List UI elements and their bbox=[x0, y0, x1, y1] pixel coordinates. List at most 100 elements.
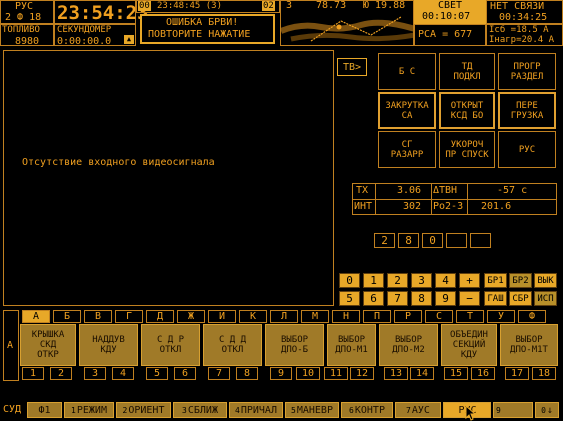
key-8[interactable]: 8 bbox=[411, 291, 432, 306]
cmd-sg-button[interactable]: СГ РАЗАРР bbox=[378, 131, 436, 168]
letter-tab[interactable]: В bbox=[84, 310, 112, 323]
letter-tab[interactable]: Л bbox=[270, 310, 298, 323]
letter-tab[interactable]: Г bbox=[115, 310, 143, 323]
letter-tab[interactable]: С bbox=[425, 310, 453, 323]
stopwatch-label: СЕКУНДОМЕР bbox=[57, 25, 112, 35]
key-plus[interactable]: + bbox=[459, 273, 480, 288]
letter-tab[interactable]: М bbox=[301, 310, 329, 323]
menu-aus[interactable]: 7 АУС bbox=[395, 402, 441, 418]
key-1[interactable]: 1 bbox=[363, 273, 384, 288]
mouse-cursor-icon bbox=[465, 405, 477, 421]
fkey-dpo-m2[interactable]: ВЫБОР ДПО-М2 bbox=[379, 324, 438, 366]
letter-tab[interactable]: Т bbox=[456, 310, 484, 323]
fkey-num[interactable]: 7 bbox=[208, 367, 230, 380]
cmd-td-button[interactable]: ТД ПОДКЛ bbox=[439, 53, 495, 90]
entry-digit bbox=[470, 233, 491, 248]
cmd-peregruzka-button[interactable]: ПЕРЕ ГРУЗКА bbox=[498, 92, 556, 129]
letter-tab[interactable]: Д bbox=[146, 310, 174, 323]
key-2[interactable]: 2 bbox=[387, 273, 408, 288]
fkey-num[interactable]: 3 bbox=[84, 367, 106, 380]
error-line2: ПОВТОРИТЕ НАЖАТИЕ bbox=[148, 29, 251, 40]
fkey-num[interactable]: 4 bbox=[112, 367, 134, 380]
letter-tab[interactable]: У bbox=[487, 310, 515, 323]
letter-tab[interactable]: П bbox=[363, 310, 391, 323]
fkey-num[interactable]: 17 bbox=[505, 367, 529, 380]
cmd-otkryt-label: ОТКРЫТ КСД БО bbox=[450, 100, 484, 121]
fkey-num[interactable]: 5 bbox=[146, 367, 168, 380]
menu-sblizh[interactable]: 3 СБЛИЖ bbox=[173, 402, 227, 418]
fkey-dpo-b[interactable]: ВЫБОР ДПО-Б bbox=[265, 324, 324, 366]
fkey-num[interactable]: 6 bbox=[174, 367, 196, 380]
key-isp[interactable]: ИСП bbox=[534, 291, 557, 306]
fkey-num[interactable]: 2 bbox=[50, 367, 72, 380]
error-message: ОШИБКА БРВИ! ПОВТОРИТЕ НАЖАТИЕ bbox=[140, 14, 275, 44]
fuel-value: 8980 bbox=[15, 36, 40, 47]
key-minus[interactable]: − bbox=[459, 291, 480, 306]
fkey-num[interactable]: 11 bbox=[324, 367, 348, 380]
menu-9[interactable]: 9 bbox=[493, 402, 533, 418]
tv-button[interactable]: ТВ> bbox=[337, 58, 367, 76]
fkey-obedin[interactable]: ОБЪЕДИН СЕКЦИЙ КДУ bbox=[441, 324, 497, 366]
key-7[interactable]: 7 bbox=[387, 291, 408, 306]
letter-tab[interactable]: Ф bbox=[518, 310, 546, 323]
menu-kontr[interactable]: 6 КОНТР bbox=[341, 402, 393, 418]
fkey-kryshka[interactable]: КРЫШКА СКД ОТКР bbox=[20, 324, 76, 366]
key-br2[interactable]: БР2 bbox=[509, 273, 532, 288]
video-panel: Отсутствие входного видеосигнала bbox=[3, 50, 334, 306]
fkey-sdr[interactable]: С Д Р ОТКЛ bbox=[141, 324, 200, 366]
stopwatch-toggle-button[interactable]: ▲ bbox=[124, 35, 134, 44]
cmd-ukoroch-button[interactable]: УКОРОЧ ПР СПУСК bbox=[439, 131, 495, 168]
isb-value: Iсб =18.5 А bbox=[489, 25, 549, 35]
fkey-num[interactable]: 1 bbox=[22, 367, 44, 380]
menu-orient[interactable]: 2 ОРИЕНТ bbox=[116, 402, 171, 418]
light-label: СВЕТ bbox=[438, 0, 463, 11]
fkey-dpo-m1t[interactable]: ВЫБОР ДПО-М1Т bbox=[500, 324, 558, 366]
menu-rezhim[interactable]: 1 РЕЖИМ bbox=[64, 402, 114, 418]
time-rec-row: 00 23:48:45 (3) 02 bbox=[136, 0, 280, 13]
key-0[interactable]: 0 bbox=[339, 273, 360, 288]
fkey-num[interactable]: 10 bbox=[296, 367, 320, 380]
fkey-num[interactable]: 18 bbox=[532, 367, 556, 380]
stopwatch-block: СЕКУНДОМЕР 0:00:00.0 ▲ bbox=[54, 24, 136, 47]
cmd-progr-button[interactable]: ПРОГР РАЗДЕЛ bbox=[498, 53, 556, 90]
letter-tab[interactable]: А bbox=[22, 310, 50, 323]
fkey-num[interactable]: 14 bbox=[410, 367, 434, 380]
fkey-num[interactable]: 9 bbox=[270, 367, 292, 380]
key-4[interactable]: 4 bbox=[435, 273, 456, 288]
key-sbr[interactable]: СБР bbox=[509, 291, 532, 306]
key-6[interactable]: 6 bbox=[363, 291, 384, 306]
current-block: Iсб =18.5 А Iнагр=20.4 А bbox=[486, 24, 563, 46]
key-9[interactable]: 9 bbox=[435, 291, 456, 306]
cmd-otkryt-button[interactable]: ОТКРЫТ КСД БО bbox=[439, 92, 495, 129]
menu-f1[interactable]: Ф1 bbox=[27, 402, 62, 418]
inagr-value: Iнагр=20.4 А bbox=[489, 35, 555, 45]
header: РУС 2 Ф 18 23:54:23 ТОПЛИВО 8980 СЕКУНДО… bbox=[0, 0, 563, 48]
menu-scroll-down[interactable]: 0 ↓ bbox=[535, 402, 559, 418]
letter-tab[interactable]: И bbox=[208, 310, 236, 323]
menu-manevr[interactable]: 5 МАНЕВР bbox=[285, 402, 339, 418]
fkey-sdd[interactable]: С Д Д ОТКЛ bbox=[203, 324, 262, 366]
key-5[interactable]: 5 bbox=[339, 291, 360, 306]
letter-tab[interactable]: Б bbox=[53, 310, 81, 323]
error-line1: ОШИБКА БРВИ! bbox=[166, 17, 239, 28]
key-br1[interactable]: БР1 bbox=[484, 273, 507, 288]
cmd-bs-button[interactable]: Б С bbox=[378, 53, 436, 90]
letter-tab[interactable]: Р bbox=[394, 310, 422, 323]
fkey-num[interactable]: 15 bbox=[444, 367, 468, 380]
fkey-num[interactable]: 16 bbox=[471, 367, 495, 380]
fkey-dpo-m1[interactable]: ВЫБОР ДПО-М1 bbox=[327, 324, 376, 366]
key-3[interactable]: 3 bbox=[411, 273, 432, 288]
menu-prichal[interactable]: 4 ПРИЧАЛ bbox=[229, 402, 283, 418]
cmd-rus-button[interactable]: РУС bbox=[498, 131, 556, 168]
letter-tab[interactable]: Ж bbox=[177, 310, 205, 323]
latitude: Ю 19.88 bbox=[363, 0, 406, 11]
key-gash[interactable]: ГАШ bbox=[484, 291, 507, 306]
key-vyk[interactable]: ВЫК bbox=[534, 273, 557, 288]
fkey-num[interactable]: 13 bbox=[384, 367, 408, 380]
fkey-nadduv[interactable]: НАДДУВ КДУ bbox=[79, 324, 138, 366]
letter-tab[interactable]: Н bbox=[332, 310, 360, 323]
fkey-num[interactable]: 8 bbox=[236, 367, 258, 380]
letter-tab[interactable]: К bbox=[239, 310, 267, 323]
fkey-num[interactable]: 12 bbox=[350, 367, 374, 380]
cmd-zakrutka-button[interactable]: ЗАКРУТКА СА bbox=[378, 92, 436, 129]
